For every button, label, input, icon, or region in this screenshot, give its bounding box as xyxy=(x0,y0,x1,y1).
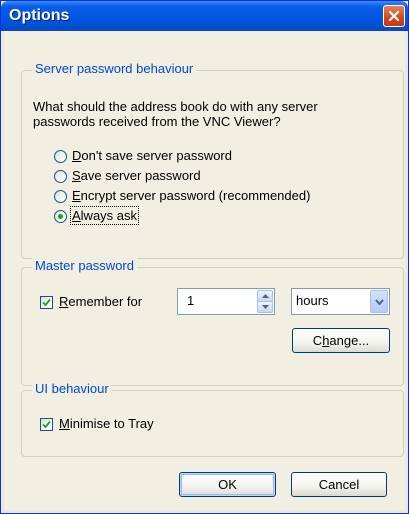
master-password-group-title: Master password xyxy=(32,258,137,273)
spin-down-icon xyxy=(261,305,269,309)
save-label[interactable]: Save server password xyxy=(72,168,201,183)
always-ask-label[interactable]: Always ask xyxy=(69,206,140,225)
cancel-button[interactable]: Cancel xyxy=(291,472,387,497)
dropdown-button[interactable] xyxy=(370,290,388,313)
remember-checkbox[interactable] xyxy=(40,296,53,309)
title-bar[interactable]: Options xyxy=(1,1,408,31)
server-password-question-line1: What should the address book do with any… xyxy=(33,99,318,114)
unit-value: hours xyxy=(296,293,329,308)
duration-value: 1 xyxy=(187,293,195,308)
server-password-question-line2: passwords received from the VNC Viewer? xyxy=(33,114,281,129)
options-dialog: Options Server password behaviour What s… xyxy=(0,0,409,514)
dialog-body: Server password behaviour What should th… xyxy=(4,31,405,510)
server-password-group: Server password behaviour What should th… xyxy=(21,61,404,259)
window-title: Options xyxy=(9,7,70,24)
dropdown-arrow-icon xyxy=(374,298,384,305)
checkmark-icon xyxy=(42,298,51,307)
master-password-group: Master password Remember for 1 hours C h… xyxy=(21,258,404,386)
change-button[interactable]: Ch ange... xyxy=(292,328,390,353)
save-radio[interactable] xyxy=(54,170,67,183)
ok-button[interactable]: OK xyxy=(179,472,276,497)
unit-dropdown[interactable]: hours xyxy=(291,288,390,315)
dont-save-label[interactable]: Don't save server password xyxy=(72,148,232,163)
dont-save-radio[interactable] xyxy=(54,150,67,163)
encrypt-label[interactable]: Encrypt server password (recommended) xyxy=(72,188,310,203)
duration-spinbox[interactable]: 1 xyxy=(177,288,275,315)
minimise-to-tray-checkbox[interactable] xyxy=(40,418,53,431)
ui-behaviour-group: UI behaviour Minimise to Tray xyxy=(21,381,404,457)
always-ask-radio[interactable] xyxy=(54,210,67,223)
close-icon xyxy=(388,10,400,22)
server-password-group-title: Server password behaviour xyxy=(32,61,197,76)
minimise-to-tray-label[interactable]: Minimise to Tray xyxy=(59,416,154,431)
remember-label[interactable]: Remember for xyxy=(59,294,142,309)
close-button[interactable] xyxy=(383,5,405,27)
encrypt-radio[interactable] xyxy=(54,190,67,203)
checkmark-icon xyxy=(42,420,51,429)
ui-behaviour-group-title: UI behaviour xyxy=(32,381,112,396)
spin-buttons xyxy=(257,290,273,313)
spin-up-icon xyxy=(261,294,269,298)
spin-down-button[interactable] xyxy=(257,301,273,313)
